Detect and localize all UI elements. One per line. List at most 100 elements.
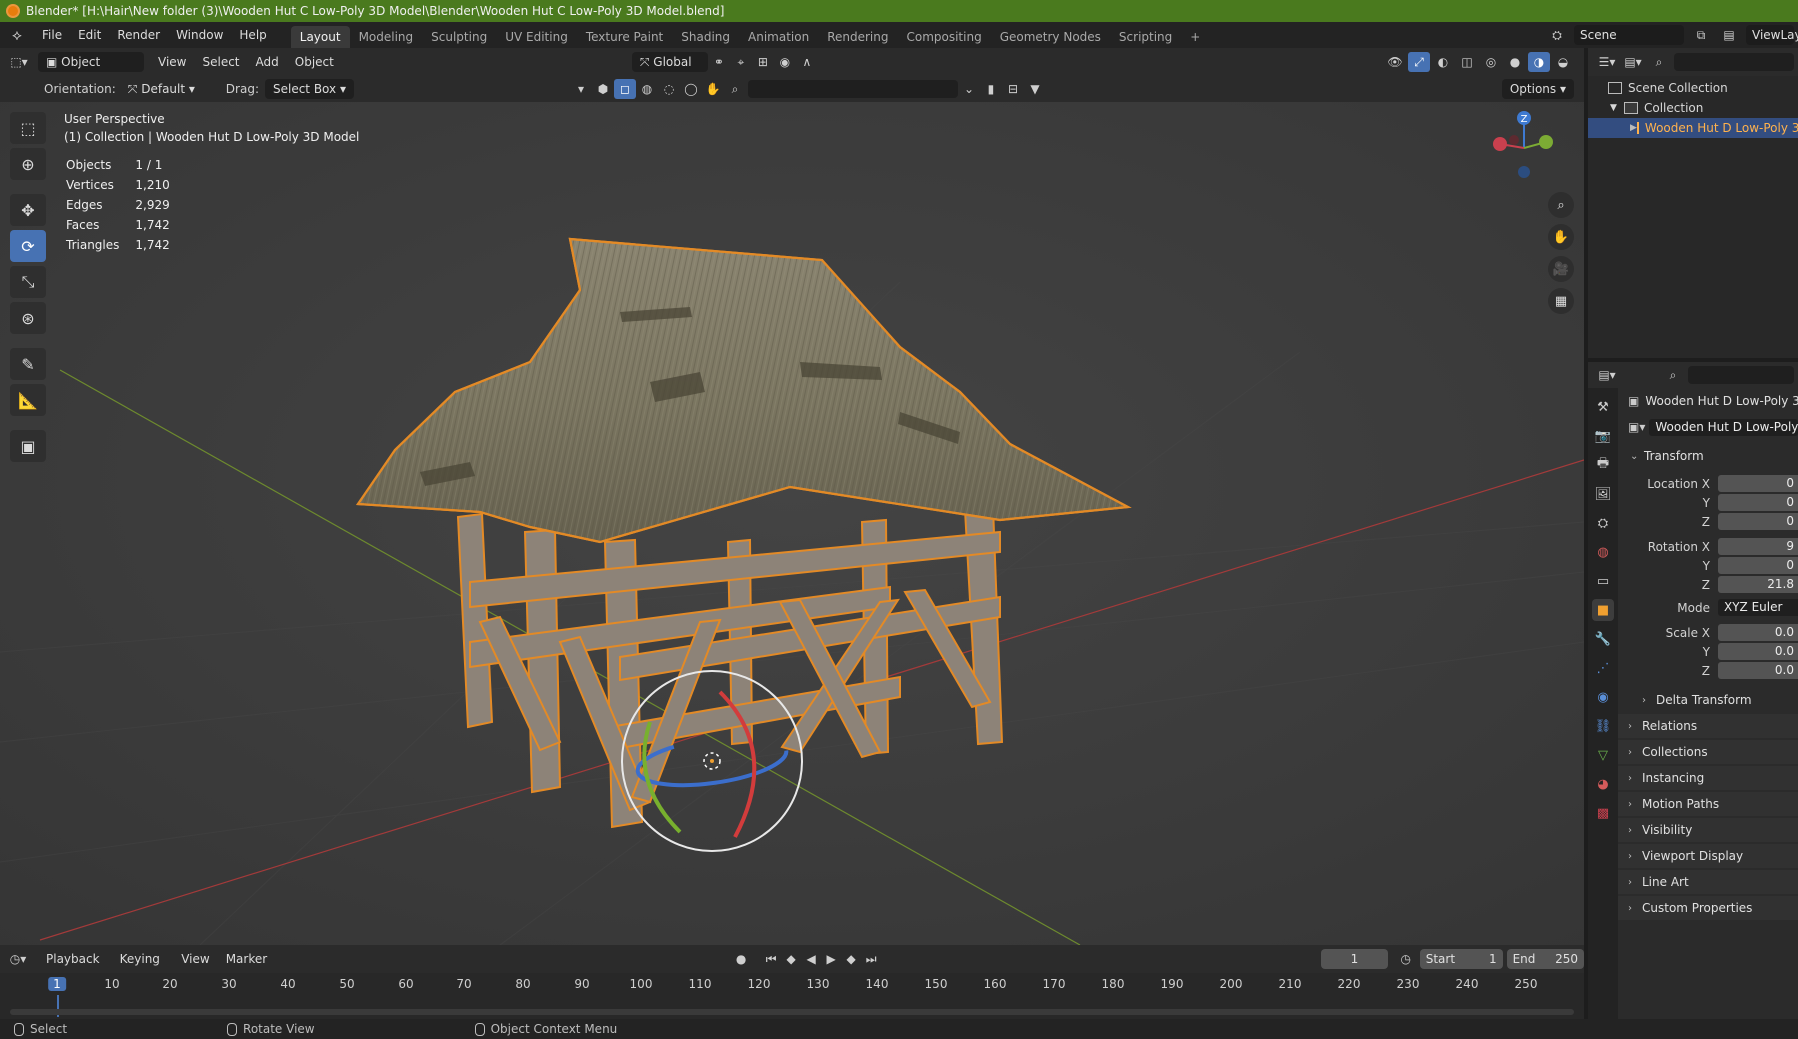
menu-file[interactable]: File — [34, 22, 70, 48]
playhead-frame[interactable]: 1 — [48, 977, 66, 991]
scale-x-field[interactable]: 0.0 — [1718, 624, 1798, 641]
render-tab-icon[interactable]: 📷 — [1592, 425, 1614, 447]
camera-icon[interactable]: 🎥 — [1548, 256, 1574, 282]
properties-search-input[interactable] — [1688, 366, 1794, 384]
select-box-tool-icon[interactable]: ⬚ — [10, 112, 46, 144]
data-tab-icon[interactable]: ▽ — [1592, 744, 1614, 766]
solid-shading-icon[interactable]: ● — [1504, 52, 1526, 72]
transform-tool-icon[interactable]: ⊛ — [10, 302, 46, 334]
outliner-collection[interactable]: ▼ Collection — [1588, 98, 1798, 118]
material-shading-icon[interactable]: ◑ — [1528, 52, 1550, 72]
tab-animation[interactable]: Animation — [739, 26, 818, 48]
physics-tab-icon[interactable]: ◉ — [1592, 686, 1614, 708]
object-name-field[interactable]: Wooden Hut D Low-Poly 3D Model — [1649, 418, 1798, 436]
bookmark-icon[interactable]: ▮ — [980, 79, 1002, 99]
next-keyframe-icon[interactable]: ◆ — [841, 949, 861, 969]
outliner-search-icon[interactable]: ⌕ — [1648, 52, 1670, 72]
menu-add[interactable]: Add — [248, 52, 287, 72]
snap-icon[interactable]: ⌖ — [730, 52, 752, 72]
end-frame-field[interactable]: End 250 — [1506, 949, 1585, 969]
menu-window[interactable]: Window — [168, 22, 231, 48]
outliner-search-input[interactable] — [1674, 53, 1794, 71]
timeline-view-menu[interactable]: View — [173, 949, 217, 969]
orientation-dropdown[interactable]: ⤧ Default ▾ — [120, 79, 212, 99]
custom-properties-panel[interactable]: › Custom Properties — [1618, 896, 1798, 920]
menu-view[interactable]: View — [150, 52, 194, 72]
texture-tab-icon[interactable]: ▩ — [1592, 802, 1614, 824]
world-filter-icon[interactable]: ◯ — [680, 79, 702, 99]
ortho-grid-icon[interactable]: ▦ — [1548, 288, 1574, 314]
wireframe-shading-icon[interactable]: ◎ — [1480, 52, 1502, 72]
start-frame-field[interactable]: Start 1 — [1419, 949, 1503, 969]
timeline-scrollbar[interactable] — [10, 1009, 1574, 1015]
outliner-scene-collection[interactable]: Scene Collection — [1588, 78, 1798, 98]
overlay-toggle-icon[interactable]: ◐ — [1432, 52, 1454, 72]
menu-help[interactable]: Help — [231, 22, 274, 48]
location-y-field[interactable]: 0 — [1718, 494, 1798, 511]
delta-transform-panel[interactable]: › Delta Transform — [1618, 688, 1798, 712]
outliner-editor-icon[interactable]: ☰▾ — [1596, 52, 1618, 72]
output-tab-icon[interactable]: 🖶 — [1592, 454, 1614, 476]
viewport-display-panel[interactable]: › Viewport Display — [1618, 844, 1798, 868]
add-workspace-icon[interactable]: + — [1181, 26, 1209, 48]
collapse-arrow-icon[interactable]: ▼ — [1610, 98, 1624, 118]
view-layer-icon[interactable]: ▤ — [1718, 25, 1740, 45]
collection-filter-icon[interactable]: ◌ — [658, 79, 680, 99]
jump-end-icon[interactable]: ⏭ — [861, 949, 881, 969]
scale-y-field[interactable]: 0.0 — [1718, 643, 1798, 660]
visibility-icon[interactable]: 👁 — [1384, 52, 1406, 72]
options-dropdown[interactable]: Options ▾ — [1501, 79, 1574, 99]
scene-icon[interactable]: ⛭ — [1546, 25, 1568, 45]
visibility-panel[interactable]: › Visibility — [1618, 818, 1798, 842]
clock-icon[interactable]: ◷ — [1396, 949, 1416, 969]
rotation-mode-dropdown[interactable]: XYZ Euler — [1718, 599, 1798, 616]
tab-rendering[interactable]: Rendering — [818, 26, 897, 48]
object-tab-icon[interactable]: ■ — [1592, 599, 1614, 621]
display-mode-icon[interactable]: ▤▾ — [1622, 52, 1644, 72]
jump-start-icon[interactable]: ⏮ — [761, 949, 781, 969]
tab-compositing[interactable]: Compositing — [897, 26, 990, 48]
rotation-z-field[interactable]: 21.8 — [1718, 576, 1798, 593]
menu-object[interactable]: Object — [287, 52, 342, 72]
menu-render[interactable]: Render — [109, 22, 168, 48]
rotation-x-field[interactable]: 9 — [1718, 538, 1798, 555]
transform-panel-header[interactable]: ⌄ Transform — [1618, 444, 1798, 468]
play-reverse-icon[interactable]: ◀ — [801, 949, 821, 969]
zoom-icon[interactable]: ⌕ — [1548, 192, 1574, 218]
search-icon[interactable]: ⌕ — [724, 79, 746, 99]
3d-viewport[interactable]: ⬚ ⊕ ✥ ⟳ ⤡ ⊛ ✎ 📐 ▣ User Perspective (1) C… — [0, 102, 1584, 945]
editor-type-icon[interactable]: ⬚▾ — [8, 52, 30, 72]
pan-hand-icon[interactable]: ✋ — [1548, 224, 1574, 250]
tab-sculpting[interactable]: Sculpting — [422, 26, 496, 48]
drag-dropdown[interactable]: Select Box ▾ — [264, 79, 354, 99]
play-icon[interactable]: ▶ — [821, 949, 841, 969]
timeline-editor-icon[interactable]: ◷▾ — [8, 949, 28, 969]
modifier-tab-icon[interactable]: 🔧 — [1592, 628, 1614, 650]
tab-scripting[interactable]: Scripting — [1110, 26, 1181, 48]
mode-dropdown[interactable]: ▣ Object Mode ▾ — [38, 52, 144, 89]
blender-menu-icon[interactable]: ⟡ — [0, 22, 34, 48]
filter-chevron-icon[interactable]: ⌄ — [958, 79, 980, 99]
collections-panel[interactable]: › Collections — [1618, 740, 1798, 764]
tab-layout[interactable]: Layout — [290, 26, 350, 48]
collection-tab-icon[interactable]: ▭ — [1592, 570, 1614, 592]
tool-tab-icon[interactable]: ⚒ — [1592, 396, 1614, 418]
select-box-mode-icon[interactable]: ◻ — [613, 79, 636, 99]
scene-field[interactable]: Scene — [1574, 25, 1684, 45]
snap-target-icon[interactable]: ⊞ — [752, 52, 774, 72]
xray-icon[interactable]: ◫ — [1456, 52, 1478, 72]
pivot-point-icon[interactable]: ⚭ — [708, 52, 730, 72]
instancing-panel[interactable]: › Instancing — [1618, 766, 1798, 790]
falloff-icon[interactable]: ∧ — [796, 52, 818, 72]
cursor-tool-icon[interactable]: ⊕ — [10, 148, 46, 180]
add-cube-tool-icon[interactable]: ▣ — [10, 430, 46, 462]
proportional-edit-icon[interactable]: ◉ — [774, 52, 796, 72]
object-data-icon[interactable]: ▣▾ — [1628, 420, 1645, 434]
marker-menu[interactable]: Marker — [218, 949, 275, 969]
scale-z-field[interactable]: 0.0 — [1718, 662, 1798, 679]
funnel-icon[interactable]: ▼ — [1024, 79, 1046, 99]
tab-modeling[interactable]: Modeling — [350, 26, 423, 48]
timeline-ruler[interactable]: 1 10 20 30 40 50 60 70 80 90 100 110 120… — [0, 973, 1584, 1019]
hand-filter-icon[interactable]: ✋ — [702, 79, 724, 99]
move-tool-icon[interactable]: ✥ — [10, 194, 46, 226]
